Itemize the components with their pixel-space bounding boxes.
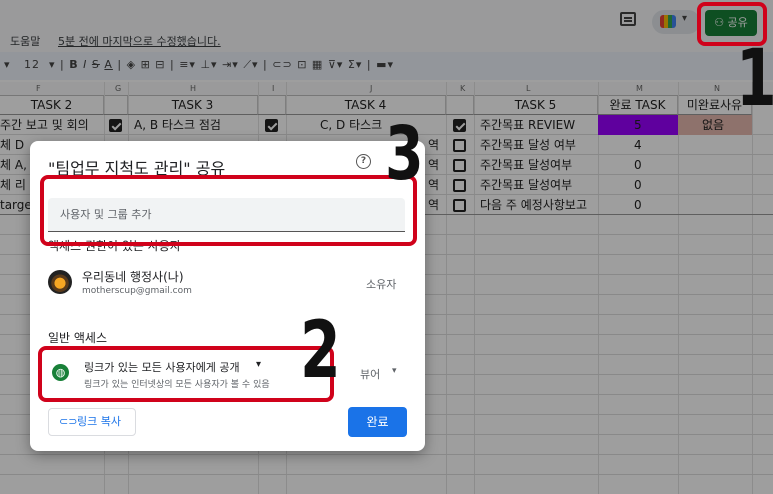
annotation-number-1: 1 bbox=[736, 34, 773, 124]
annotation-box-add-people bbox=[40, 175, 417, 246]
help-icon[interactable]: ? bbox=[356, 154, 371, 169]
avatar bbox=[48, 270, 72, 294]
annotation-number-3: 3 bbox=[385, 111, 424, 197]
user-email: motherscup@gmail.com bbox=[82, 286, 192, 296]
copy-link-button[interactable]: ⊂⊃ 링크 복사 bbox=[48, 408, 136, 436]
link-icon: ⊂⊃ bbox=[59, 415, 78, 428]
role-select[interactable]: 뷰어 bbox=[360, 366, 380, 382]
copy-link-label: 링크 복사 bbox=[77, 415, 121, 428]
annotation-box-general-access bbox=[38, 346, 334, 402]
done-button[interactable]: 완료 bbox=[348, 407, 407, 437]
owner-label: 소유자 bbox=[366, 278, 397, 291]
user-name: 우리동네 행정사(나) bbox=[82, 270, 184, 284]
annotation-number-2: 2 bbox=[300, 306, 341, 396]
general-access-label: 일반 액세스 bbox=[48, 331, 108, 345]
chevron-down-icon[interactable]: ▾ bbox=[392, 366, 397, 376]
